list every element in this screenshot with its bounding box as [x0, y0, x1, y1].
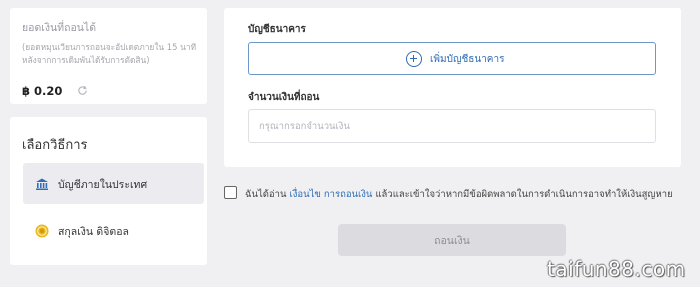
balance-amount: ฿ 0.20 [22, 84, 63, 98]
method-item-digital-currency[interactable]: สกุลเงิน ดิจิตอล [23, 210, 204, 251]
add-bank-account-label: เพิ่มบัญชีธนาคาร [430, 54, 505, 65]
withdraw-amount-label: จำนวนเงินที่ถอน [248, 92, 320, 103]
withdraw-form-card: บัญชีธนาคาร เพิ่มบัญชีธนาคาร จำนวนเงินที… [224, 8, 681, 167]
balance-card: ยอดเงินที่ถอนได้ (ยอดหมุนเวียนการถอนจะอั… [10, 8, 207, 104]
method-item-label: บัญชีภายในประเทศ [58, 179, 148, 191]
agree-terms-text: ฉันได้อ่าน เงื่อนไข การถอนเงิน แล้วและเข… [245, 187, 673, 202]
refresh-icon[interactable] [77, 85, 88, 96]
method-title: เลือกวิธีการ [22, 138, 88, 153]
withdraw-amount-input[interactable] [248, 109, 656, 143]
method-item-label: สกุลเงิน ดิจิตอล [58, 226, 129, 238]
withdraw-button[interactable]: ถอนเงิน [338, 224, 566, 256]
add-bank-account-button[interactable]: เพิ่มบัญชีธนาคาร [248, 42, 656, 75]
coin-icon [35, 224, 49, 238]
agree-prefix: ฉันได้อ่าน [245, 189, 287, 200]
withdraw-policy-link[interactable]: การถอนเงิน [324, 189, 373, 200]
site-watermark: taifun88.com [547, 257, 686, 281]
plus-circle-icon [406, 51, 422, 67]
agree-suffix: แล้วและเข้าใจว่าหากมีข้อผิดพลาดในการดำเน… [375, 189, 673, 200]
method-item-domestic-bank[interactable]: บัญชีภายในประเทศ [23, 163, 204, 204]
balance-note: (ยอดหมุนเวียนการถอนจะอัปเดตภายใน 15 นาที… [22, 42, 197, 65]
bank-icon [36, 178, 48, 190]
agree-terms-checkbox[interactable] [224, 186, 237, 199]
method-card: เลือกวิธีการ บัญชีภายในประเทศ สกุลเงิน ด… [10, 117, 207, 265]
balance-title: ยอดเงินที่ถอนได้ [22, 22, 97, 34]
bank-account-label: บัญชีธนาคาร [248, 24, 306, 35]
terms-link[interactable]: เงื่อนไข [289, 189, 320, 200]
